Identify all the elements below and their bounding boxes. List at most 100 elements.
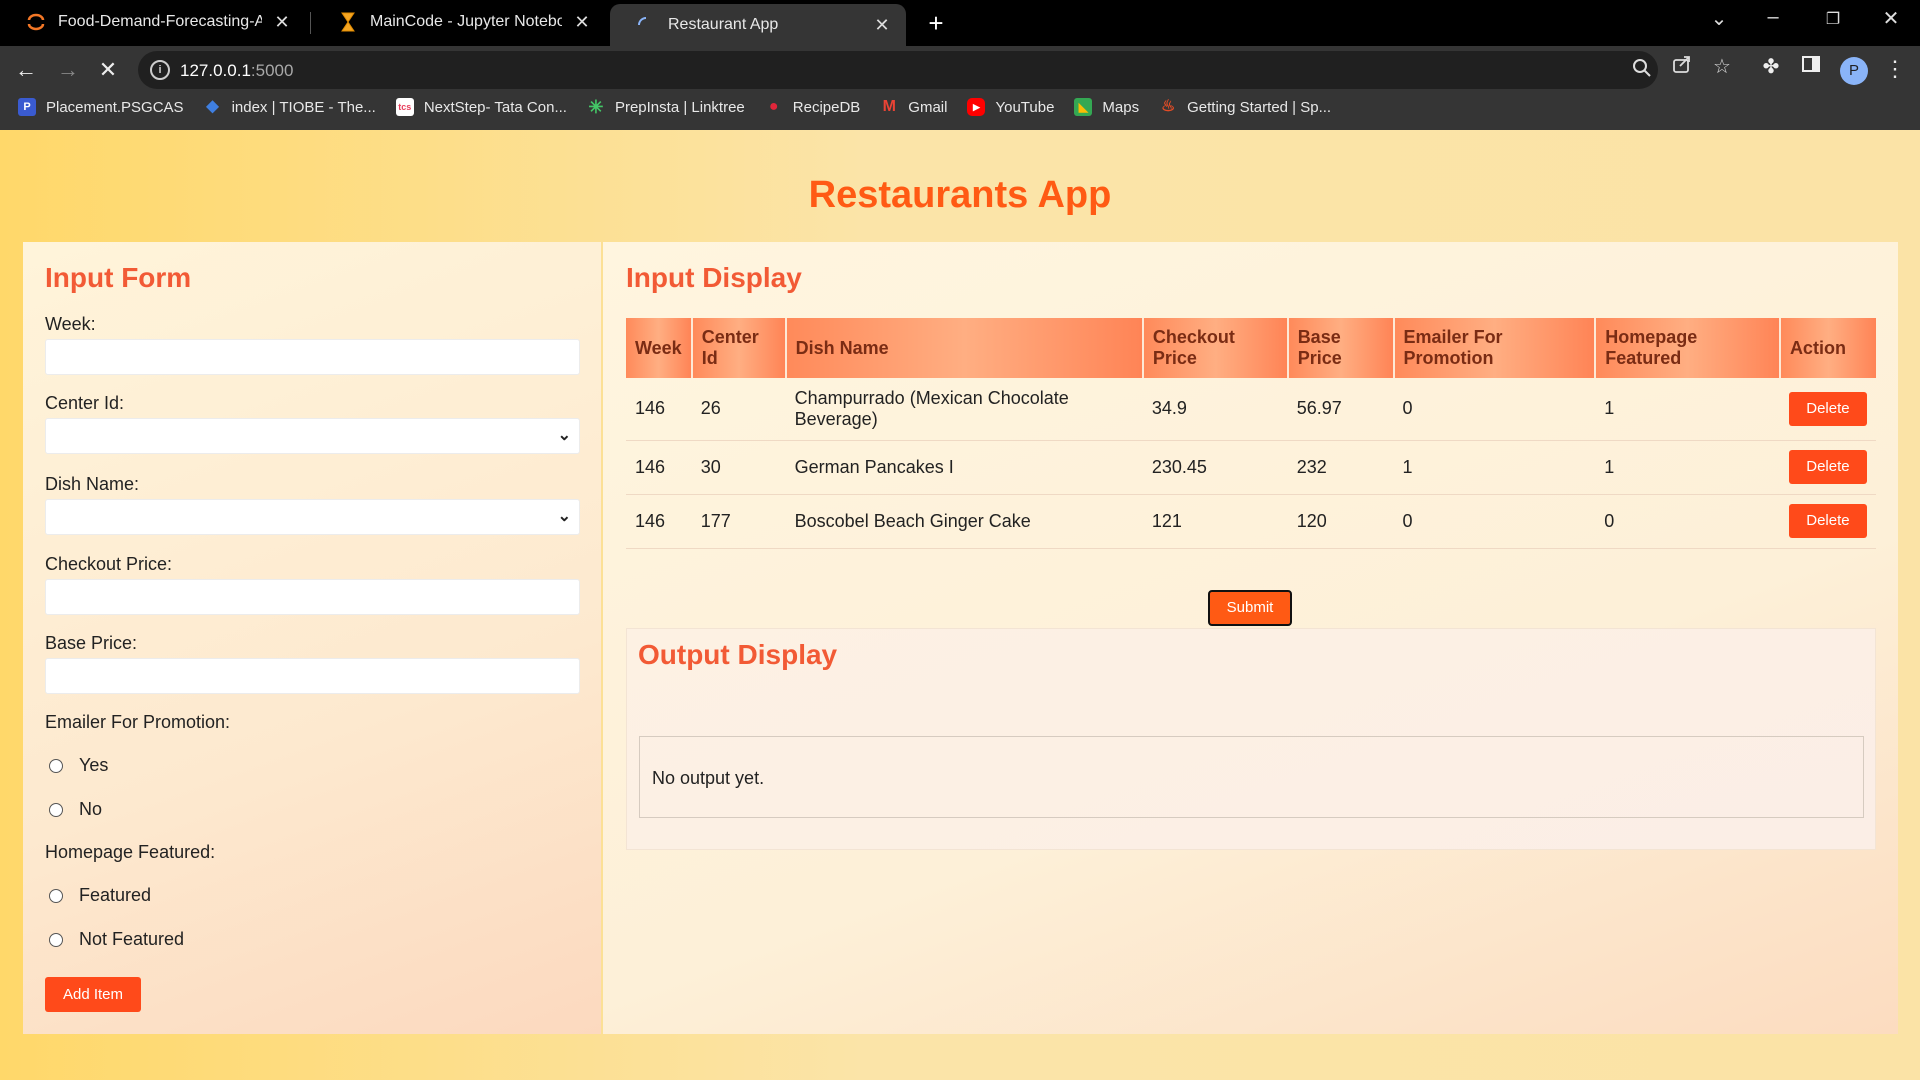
- homepage-featured-option[interactable]: Featured: [49, 885, 151, 906]
- delete-button[interactable]: Delete: [1788, 391, 1867, 426]
- chevron-down-icon: ⌄: [557, 508, 571, 525]
- bookmark-gmail[interactable]: M Gmail: [880, 98, 948, 116]
- bookmark-prepinsta[interactable]: ✳ PrepInsta | Linktree: [587, 97, 744, 117]
- bookmark-tiobe[interactable]: ◆ index | TIOBE - The...: [204, 98, 375, 116]
- base-price-input[interactable]: [45, 658, 580, 694]
- close-icon[interactable]: ✕: [272, 12, 292, 33]
- week-input[interactable]: [45, 339, 580, 375]
- col-dish-name: Dish Name: [785, 318, 1144, 378]
- items-table: Week Center Id Dish Name Checkout Price …: [626, 318, 1876, 549]
- forward-arrow-icon[interactable]: →: [52, 54, 84, 86]
- output-title: Output Display: [638, 639, 838, 670]
- loading-icon: [636, 15, 656, 35]
- cell-emailer: 0: [1393, 378, 1596, 441]
- delete-button[interactable]: Delete: [1788, 504, 1867, 538]
- bookmark-placement[interactable]: P Placement.PSGCAS: [18, 98, 184, 116]
- profile-avatar[interactable]: P: [1840, 57, 1868, 85]
- stop-loading-icon[interactable]: ✕: [92, 54, 124, 86]
- cell-checkout-price: 230.45: [1142, 440, 1288, 495]
- tab-title: Food-Demand-Forecasting-And-: [58, 13, 262, 30]
- cell-dish-name: Boscobel Beach Ginger Cake: [785, 494, 1143, 549]
- cell-center-id: 177: [691, 494, 786, 549]
- center-id-select[interactable]: ⌄: [45, 418, 580, 454]
- table-row: 146 30 German Pancakes I 230.45 232 1 1 …: [626, 440, 1876, 495]
- url-text: 127.0.0.1:5000: [180, 61, 294, 80]
- info-icon[interactable]: i: [150, 60, 170, 80]
- tcs-icon: tcs: [395, 98, 414, 116]
- tab-food-demand[interactable]: Food-Demand-Forecasting-And- ✕: [0, 2, 306, 42]
- tab-restaurant-app[interactable]: Restaurant App ✕: [610, 4, 906, 46]
- chevron-down-icon: ⌄: [557, 427, 571, 444]
- output-area: No output yet.: [639, 736, 1864, 818]
- cell-action: Delete: [1779, 378, 1876, 441]
- submit-button[interactable]: Submit: [1208, 590, 1292, 626]
- linktree-icon: ✳: [588, 97, 604, 117]
- extensions-icon[interactable]: ✤: [1758, 54, 1784, 80]
- bookmark-youtube[interactable]: ▶ YouTube: [967, 98, 1054, 116]
- homepage-not-featured-label: Not Featured: [79, 929, 185, 949]
- new-tab-button[interactable]: +: [922, 8, 950, 39]
- emailer-yes-radio[interactable]: [49, 758, 63, 773]
- dish-name-select[interactable]: ⌄: [45, 499, 580, 535]
- bookmark-nextstep[interactable]: tcs NextStep- Tata Con...: [395, 98, 567, 116]
- bookmarks-bar: P Placement.PSGCAS ◆ index | TIOBE - The..…: [0, 90, 1351, 124]
- cell-base-price: 120: [1287, 494, 1394, 549]
- base-price-label: Base Price:: [45, 633, 138, 653]
- tab-search-icon[interactable]: ⌄: [1704, 6, 1734, 31]
- homepage-featured-radio[interactable]: [49, 888, 63, 903]
- emailer-no-radio[interactable]: [49, 802, 63, 817]
- bookmark-recipedb[interactable]: ● RecipeDB: [765, 98, 860, 116]
- spring-icon: ♨: [1160, 98, 1176, 115]
- bookmark-spring[interactable]: ♨ Getting Started | Sp...: [1159, 98, 1331, 116]
- col-base-price: Base Price: [1287, 318, 1395, 378]
- close-icon[interactable]: ✕: [572, 12, 592, 33]
- homepage-not-featured-option[interactable]: Not Featured: [49, 929, 184, 950]
- checkout-price-label: Checkout Price:: [45, 554, 173, 574]
- restore-icon[interactable]: ❐: [1818, 9, 1848, 29]
- add-item-button[interactable]: Add Item: [45, 977, 141, 1012]
- address-bar[interactable]: i 127.0.0.1:5000: [138, 51, 1658, 89]
- window-close-icon[interactable]: ✕: [1876, 6, 1906, 31]
- back-arrow-icon[interactable]: ←: [10, 54, 42, 86]
- cell-action: Delete: [1779, 440, 1876, 495]
- cell-homepage: 0: [1595, 494, 1780, 549]
- form-title: Input Form: [45, 262, 192, 293]
- share-icon[interactable]: [1670, 54, 1694, 78]
- delete-button[interactable]: Delete: [1788, 450, 1867, 484]
- bookmark-maps[interactable]: ◣ Maps: [1074, 98, 1139, 116]
- star-icon[interactable]: ☆: [1710, 54, 1734, 78]
- youtube-icon: ▶: [967, 98, 986, 116]
- menu-dots-icon[interactable]: ⋮: [1884, 56, 1906, 82]
- close-icon[interactable]: ✕: [872, 15, 892, 36]
- homepage-not-featured-radio[interactable]: [49, 932, 63, 947]
- cell-homepage: 1: [1595, 378, 1780, 441]
- browser-tab-bar: Food-Demand-Forecasting-And- ✕ MainCode …: [0, 0, 1920, 46]
- display-title: Input Display: [626, 262, 802, 293]
- cell-week: 146: [626, 494, 692, 549]
- cell-week: 146: [626, 378, 692, 441]
- cell-center-id: 26: [691, 378, 786, 441]
- zoom-icon[interactable]: [1630, 58, 1654, 82]
- emailer-yes-option[interactable]: Yes: [49, 755, 108, 776]
- homepage-featured-label: Featured: [79, 885, 152, 905]
- maps-icon: ◣: [1074, 98, 1093, 116]
- emailer-yes-label: Yes: [79, 755, 109, 775]
- col-center-id: Center Id: [691, 318, 787, 378]
- tiobe-icon: ◆: [206, 98, 219, 115]
- cell-action: Delete: [1779, 494, 1876, 549]
- hourglass-icon: [338, 12, 358, 32]
- input-form-panel: Input Form Week: Center Id: ⌄ Dish Name:…: [23, 242, 601, 1034]
- tab-divider: [310, 12, 311, 34]
- table-header-row: Week Center Id Dish Name Checkout Price …: [626, 318, 1876, 378]
- table-row: 146 26 Champurrado (Mexican Chocolate Be…: [626, 378, 1876, 441]
- page-title: Restaurants App: [808, 174, 1112, 216]
- dish-name-label: Dish Name:: [45, 474, 140, 494]
- center-id-label: Center Id:: [45, 393, 125, 413]
- checkout-price-input[interactable]: [45, 579, 580, 615]
- minimize-icon[interactable]: –: [1758, 6, 1788, 29]
- emailer-no-option[interactable]: No: [49, 799, 102, 820]
- jupyter-icon: [26, 12, 46, 32]
- sidepanel-icon[interactable]: [1798, 54, 1824, 80]
- tab-maincode[interactable]: MainCode - Jupyter Notebook ✕: [312, 2, 606, 42]
- cell-dish-name: Champurrado (Mexican Chocolate Beverage): [785, 378, 1143, 441]
